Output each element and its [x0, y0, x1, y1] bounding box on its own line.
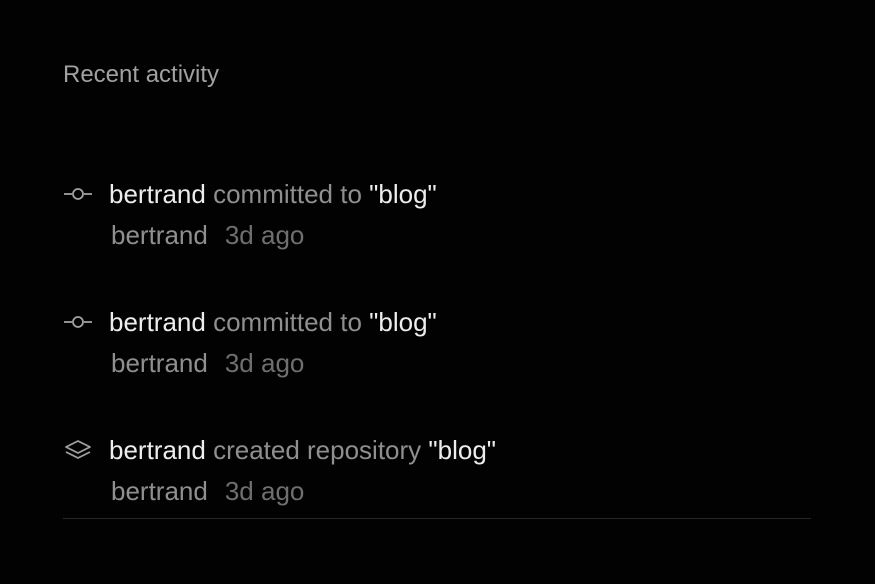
- activity-action: committed to: [213, 179, 362, 209]
- layers-icon: [63, 437, 93, 463]
- activity-item: bertrand committed to "blog" bertrand 3d …: [63, 304, 811, 432]
- activity-action: created repository: [213, 435, 422, 465]
- activity-target[interactable]: "blog": [428, 435, 496, 465]
- activity-target[interactable]: "blog": [369, 179, 437, 209]
- activity-meta: bertrand 3d ago: [111, 217, 304, 253]
- activity-timestamp: 3d ago: [224, 220, 305, 250]
- activity-meta-user: bertrand: [111, 220, 208, 250]
- activity-description: bertrand committed to "blog": [109, 176, 437, 212]
- activity-actor[interactable]: bertrand: [109, 435, 206, 465]
- activity-item: bertrand created repository "blog" bertr…: [63, 432, 811, 560]
- section-title: Recent activity: [63, 61, 220, 88]
- git-commit-icon: [63, 181, 93, 207]
- git-commit-icon: [63, 309, 93, 335]
- activity-action: committed to: [213, 307, 362, 337]
- activity-timestamp: 3d ago: [224, 348, 305, 378]
- activity-target[interactable]: "blog": [369, 307, 437, 337]
- recent-activity-panel: Recent activity bertrand committed to "b…: [0, 0, 875, 584]
- activity-meta-user: bertrand: [111, 348, 208, 378]
- activity-meta: bertrand 3d ago: [111, 345, 304, 381]
- activity-meta: bertrand 3d ago: [111, 473, 304, 509]
- activity-description: bertrand committed to "blog": [109, 304, 437, 340]
- activity-actor[interactable]: bertrand: [109, 307, 206, 337]
- activity-item: bertrand committed to "blog" bertrand 3d …: [63, 176, 811, 304]
- activity-meta-user: bertrand: [111, 476, 208, 506]
- activity-actor[interactable]: bertrand: [109, 179, 206, 209]
- divider: [63, 518, 811, 519]
- activity-list: bertrand committed to "blog" bertrand 3d …: [63, 176, 811, 560]
- activity-description: bertrand created repository "blog": [109, 432, 496, 468]
- activity-timestamp: 3d ago: [224, 476, 305, 506]
